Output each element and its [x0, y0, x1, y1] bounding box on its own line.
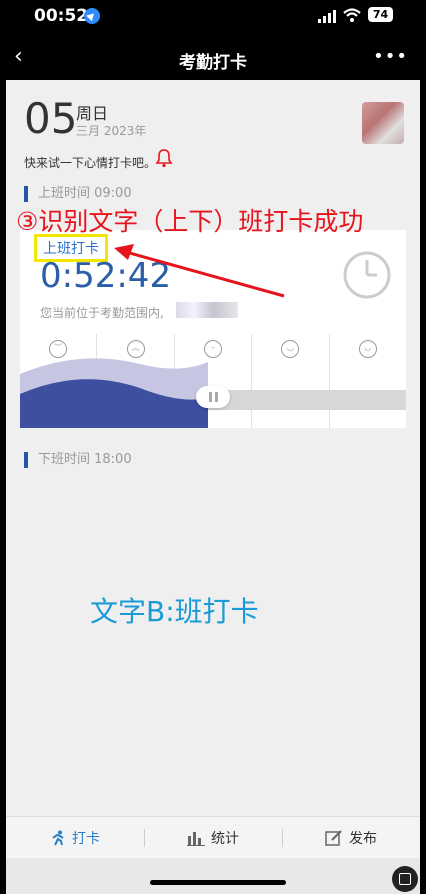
- tab-label: 发布: [349, 831, 377, 847]
- running-icon: [52, 830, 64, 846]
- home-indicator[interactable]: [150, 880, 286, 885]
- nav-bar: ‹ 考勤打卡 •••: [6, 38, 420, 80]
- home-area: [6, 858, 420, 894]
- edit-icon: [325, 830, 342, 846]
- pause-button[interactable]: [196, 386, 230, 408]
- annotation-arrow: [114, 244, 285, 298]
- bar-chart-icon: [187, 832, 205, 846]
- page-title: 考勤打卡: [179, 53, 247, 73]
- signal-icon: [318, 9, 336, 23]
- checkout-section-header: 下班时间 18:00: [24, 452, 132, 468]
- more-menu-button[interactable]: •••: [373, 46, 408, 67]
- location-arrow-icon: [84, 8, 100, 24]
- attendance-content: 05 周日 三月 2023年 快来试一下心情打卡吧。 上班时间 09:00 上班…: [6, 80, 420, 816]
- tab-publish[interactable]: 发布: [282, 817, 420, 859]
- scan-icon[interactable]: [392, 866, 418, 892]
- tab-label: 统计: [211, 831, 239, 847]
- label-text-b: 文字B:班打卡: [90, 595, 259, 628]
- phone-screen: 00:52 74 ‹ 考勤打卡 ••• 05 周日 三月 2023年 快来试一下…: [0, 0, 426, 894]
- tab-bar: 打卡 统计 发布: [6, 816, 420, 859]
- tab-stats[interactable]: 统计: [144, 817, 282, 859]
- wifi-icon: [343, 8, 361, 22]
- status-time: 00:52: [34, 6, 89, 26]
- tab-punch[interactable]: 打卡: [6, 817, 144, 859]
- status-bar: 00:52 74: [0, 0, 426, 36]
- tab-label: 打卡: [72, 831, 100, 847]
- battery-indicator: 74: [368, 7, 393, 22]
